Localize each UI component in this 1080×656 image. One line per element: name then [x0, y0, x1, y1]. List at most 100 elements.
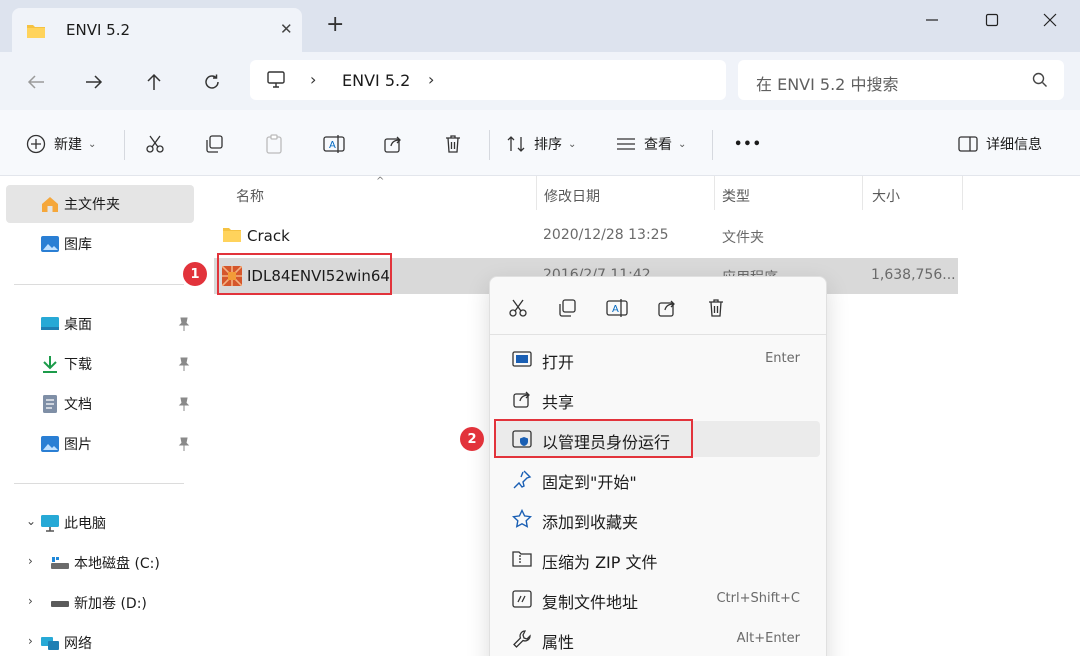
column-header-date[interactable]: 修改日期	[544, 186, 600, 206]
column-divider[interactable]	[536, 176, 537, 210]
column-header-name[interactable]: 名称	[236, 186, 264, 206]
tab-envi[interactable]: ENVI 5.2 ✕	[12, 8, 302, 52]
scissors-icon	[146, 135, 164, 153]
sort-label: 排序	[534, 137, 562, 153]
toolbar-divider	[712, 130, 713, 160]
sidebar-item-drive-c[interactable]: › 本地磁盘 (C:)	[6, 544, 194, 582]
menu-item-copy-path[interactable]: 复制文件地址 Ctrl+Shift+C	[496, 581, 820, 617]
chevron-right-icon[interactable]: ›	[28, 634, 33, 648]
rename-button[interactable]: A	[323, 131, 345, 157]
new-button[interactable]: 新建 ⌄	[26, 131, 96, 157]
menu-item-label: 共享	[542, 393, 575, 412]
menu-item-open[interactable]: 打开 Enter	[496, 341, 820, 377]
sidebar-item-gallery[interactable]: 图库	[6, 225, 194, 263]
menu-item-add-favorites[interactable]: 添加到收藏夹	[496, 501, 820, 537]
sidebar-item-label: 主文件夹	[64, 197, 120, 213]
sidebar-item-label: 桌面	[64, 317, 92, 333]
sidebar-item-desktop[interactable]: 桌面	[6, 305, 194, 343]
sidebar-item-downloads[interactable]: 下载	[6, 345, 194, 383]
open-icon	[512, 349, 532, 369]
forward-arrow-icon[interactable]	[80, 68, 108, 96]
sidebar-item-label: 文档	[64, 397, 92, 413]
pin-icon[interactable]	[178, 356, 190, 375]
zip-folder-icon	[512, 549, 532, 569]
share-button[interactable]	[383, 131, 403, 157]
menu-divider	[490, 334, 826, 335]
table-row[interactable]: Crack 2020/12/28 13:25 文件夹	[214, 218, 958, 254]
new-tab-button[interactable]: +	[326, 14, 344, 36]
share-icon	[512, 389, 532, 409]
pin-icon[interactable]	[178, 316, 190, 335]
title-bar: ENVI 5.2 ✕ +	[0, 0, 1080, 52]
folder-icon	[222, 226, 242, 247]
details-pane-icon	[958, 136, 978, 152]
trash-icon	[446, 135, 460, 153]
chevron-right-icon[interactable]: ›	[28, 554, 33, 568]
computer-icon	[266, 70, 286, 94]
trash-icon[interactable]	[702, 294, 730, 322]
menu-item-label: 压缩为 ZIP 文件	[542, 553, 658, 572]
back-arrow-icon[interactable]	[22, 68, 50, 96]
file-name: Crack	[247, 227, 290, 245]
pin-icon	[512, 469, 532, 489]
cut-button[interactable]	[145, 131, 165, 157]
pin-icon[interactable]	[178, 436, 190, 455]
column-divider[interactable]	[714, 176, 715, 210]
sidebar-item-network[interactable]: › 网络	[6, 624, 194, 656]
pictures-icon	[40, 434, 60, 454]
menu-item-label: 添加到收藏夹	[542, 513, 639, 532]
rename-icon[interactable]: A	[603, 294, 631, 322]
copy-button[interactable]	[204, 131, 224, 157]
paste-button[interactable]	[264, 131, 284, 157]
more-button[interactable]: •••	[734, 131, 762, 157]
menu-item-zip[interactable]: 压缩为 ZIP 文件	[496, 541, 820, 577]
close-window-icon[interactable]	[1030, 6, 1070, 34]
more-icon: •••	[734, 136, 762, 152]
navigation-bar: › ENVI 5.2 › 在 ENVI 5.2 中搜索	[0, 52, 1080, 110]
pin-icon[interactable]	[178, 396, 190, 415]
search-placeholder: 在 ENVI 5.2 中搜索	[756, 75, 899, 94]
column-header-type[interactable]: 类型	[722, 186, 750, 206]
column-header-size[interactable]: 大小	[872, 186, 900, 206]
clipboard-icon	[266, 134, 282, 154]
drive-icon	[50, 593, 70, 613]
chevron-right-icon[interactable]: ›	[28, 594, 33, 608]
copy-icon[interactable]	[553, 294, 581, 322]
search-input[interactable]: 在 ENVI 5.2 中搜索	[738, 60, 1064, 100]
sidebar-item-pictures[interactable]: 图片	[6, 425, 194, 463]
menu-item-pin-start[interactable]: 固定到"开始"	[496, 461, 820, 497]
sidebar-item-documents[interactable]: 文档	[6, 385, 194, 423]
details-button[interactable]: 详细信息	[958, 131, 1042, 157]
star-icon	[512, 509, 532, 529]
new-label: 新建	[54, 137, 82, 153]
refresh-icon[interactable]	[198, 68, 226, 96]
cut-icon[interactable]	[504, 294, 532, 322]
sidebar-item-this-pc[interactable]: ⌄ 此电脑	[6, 504, 194, 542]
sidebar-item-label: 图片	[64, 437, 92, 453]
toolbar-divider	[489, 130, 490, 160]
maximize-icon[interactable]	[972, 6, 1012, 34]
up-arrow-icon[interactable]	[140, 68, 168, 96]
column-divider[interactable]	[962, 176, 963, 210]
menu-item-properties[interactable]: 属性 Alt+Enter	[496, 621, 820, 656]
chevron-down-icon[interactable]: ⌄	[26, 514, 36, 528]
view-list-icon	[617, 138, 635, 150]
close-tab-icon[interactable]: ✕	[280, 20, 293, 38]
sidebar-item-home[interactable]: 主文件夹	[6, 185, 194, 223]
home-icon	[40, 194, 60, 214]
menu-item-share[interactable]: 共享	[496, 381, 820, 417]
delete-button[interactable]	[443, 131, 463, 157]
view-button[interactable]: 查看 ⌄	[616, 131, 686, 157]
plus-circle-icon	[26, 134, 46, 154]
sort-button[interactable]: 排序 ⌄	[506, 131, 576, 157]
breadcrumb-envi[interactable]: ENVI 5.2	[342, 71, 410, 90]
share-icon	[384, 136, 401, 153]
sidebar-item-drive-d[interactable]: › 新加卷 (D:)	[6, 584, 194, 622]
breadcrumb-chevron-icon[interactable]: ›	[428, 70, 434, 89]
wrench-icon	[512, 629, 532, 649]
share-icon[interactable]	[653, 294, 681, 322]
column-divider[interactable]	[862, 176, 863, 210]
breadcrumb-chevron-icon[interactable]: ›	[310, 70, 316, 89]
minimize-icon[interactable]	[912, 6, 952, 34]
address-bar[interactable]: › ENVI 5.2 ›	[250, 60, 726, 100]
